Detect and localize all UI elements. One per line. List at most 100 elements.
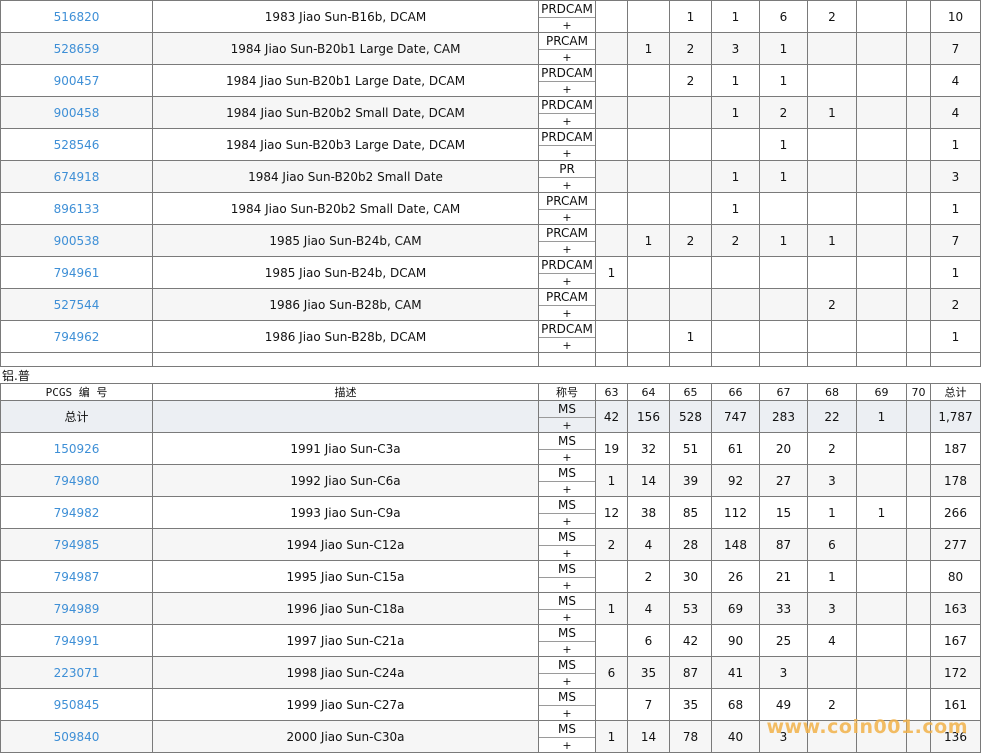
population-count: 1 (807, 224, 857, 257)
population-count (856, 192, 907, 225)
pcgs-number-cell: 900458 (0, 96, 153, 129)
total-count: 22 (807, 400, 857, 433)
population-count (807, 192, 857, 225)
pcgs-number-link[interactable]: 150926 (54, 442, 100, 456)
pcgs-number-link[interactable]: 794962 (54, 330, 100, 344)
grade-label: MS (539, 402, 595, 418)
population-count: 87 (669, 656, 712, 689)
population-count (906, 560, 931, 593)
population-count (595, 64, 628, 97)
pcgs-number-link[interactable]: 528659 (54, 42, 100, 56)
population-count (906, 256, 931, 289)
grade-designation: PRDCAM + (538, 96, 596, 129)
pcgs-number-link[interactable]: 794987 (54, 570, 100, 584)
grade-label: PRDCAM (539, 2, 595, 18)
pcgs-number-link[interactable]: 794961 (54, 266, 100, 280)
pcgs-number-link[interactable]: 950845 (54, 698, 100, 712)
population-count: 2 (711, 224, 760, 257)
pcgs-number-link[interactable]: 896133 (54, 202, 100, 216)
population-count (856, 464, 907, 497)
empty-cell (906, 352, 931, 367)
population-count: 1 (759, 64, 808, 97)
total-count: 283 (759, 400, 808, 433)
pcgs-number-link[interactable]: 794985 (54, 538, 100, 552)
pcgs-number-link[interactable]: 674918 (54, 170, 100, 184)
population-count (711, 320, 760, 353)
header-grade-68: 68 (807, 383, 857, 401)
population-count (759, 288, 808, 321)
pcgs-number-link[interactable]: 794982 (54, 506, 100, 520)
row-total: 7 (930, 224, 981, 257)
population-count (595, 320, 628, 353)
pcgs-number-link[interactable]: 900458 (54, 106, 100, 120)
population-count (595, 688, 628, 721)
pcgs-number-link[interactable]: 527544 (54, 298, 100, 312)
grade-plus: + (562, 482, 572, 496)
population-count: 27 (759, 464, 808, 497)
row-total: 2 (930, 288, 981, 321)
pcgs-number-cell: 794980 (0, 464, 153, 497)
population-count (807, 656, 857, 689)
pcgs-number-link[interactable]: 223071 (54, 666, 100, 680)
table-row: 528659 1984 Jiao Sun-B20b1 Large Date, CA… (0, 32, 981, 65)
population-count (856, 592, 907, 625)
pcgs-number-cell: 528546 (0, 128, 153, 161)
grade-label: PR (539, 162, 595, 178)
grade-label: MS (539, 498, 595, 514)
pcgs-number-link[interactable]: 528546 (54, 138, 100, 152)
population-count: 14 (627, 464, 670, 497)
population-count: 42 (669, 624, 712, 657)
population-count: 90 (711, 624, 760, 657)
population-count: 4 (627, 592, 670, 625)
grade-plus: + (562, 450, 572, 464)
population-count (906, 32, 931, 65)
grade-designation: PRCAM + (538, 32, 596, 65)
pcgs-number-link[interactable]: 900538 (54, 234, 100, 248)
population-count: 1 (807, 496, 857, 529)
population-count: 1 (595, 720, 628, 753)
population-count (906, 320, 931, 353)
population-count: 3 (711, 32, 760, 65)
pcgs-number-link[interactable]: 900457 (54, 74, 100, 88)
grade-designation: PRDCAM + (538, 0, 596, 33)
population-count (856, 32, 907, 65)
population-count: 25 (759, 624, 808, 657)
population-count: 30 (669, 560, 712, 593)
population-count: 6 (595, 656, 628, 689)
empty-cell (711, 352, 760, 367)
table-row: 794982 1993 Jiao Sun-C9a MS +12 38 85 112 15 1 1 2… (0, 496, 981, 529)
pcgs-number-cell: 794961 (0, 256, 153, 289)
population-count: 40 (711, 720, 760, 753)
population-count (807, 160, 857, 193)
table-row: 674918 1984 Jiao Sun-B20b2 Small Date PR +1… (0, 160, 981, 193)
population-count (669, 128, 712, 161)
grade-plus: + (562, 242, 572, 256)
pcgs-number-link[interactable]: 794989 (54, 602, 100, 616)
grade-plus: + (562, 642, 572, 656)
population-count (856, 560, 907, 593)
row-total: 178 (930, 464, 981, 497)
grade-designation: MS + (538, 464, 596, 497)
population-count: 2 (807, 288, 857, 321)
population-count (627, 0, 670, 33)
grade-designation: MS + (538, 432, 596, 465)
pcgs-number-link[interactable]: 509840 (54, 730, 100, 744)
grade-plus: + (562, 50, 572, 64)
population-count: 6 (759, 0, 808, 33)
table-row: 150926 1991 Jiao Sun-C3a MS +19 32 51 61 20 2 187 (0, 432, 981, 465)
pcgs-number-cell: 900538 (0, 224, 153, 257)
population-count (906, 592, 931, 625)
row-total: 1 (930, 192, 981, 225)
pcgs-number-link[interactable]: 794980 (54, 474, 100, 488)
grade-designation: PRDCAM + (538, 128, 596, 161)
total-row: 总计 MS + 42 156 528 747 283 22 1 1,787 (0, 400, 981, 433)
pcgs-number-link[interactable]: 516820 (54, 10, 100, 24)
row-total: 4 (930, 96, 981, 129)
population-count: 21 (759, 560, 808, 593)
grade-label: PRCAM (539, 226, 595, 242)
population-count: 1 (807, 96, 857, 129)
pcgs-number-link[interactable]: 794991 (54, 634, 100, 648)
grade-label: PRDCAM (539, 322, 595, 338)
population-count (595, 624, 628, 657)
population-count: 32 (627, 432, 670, 465)
